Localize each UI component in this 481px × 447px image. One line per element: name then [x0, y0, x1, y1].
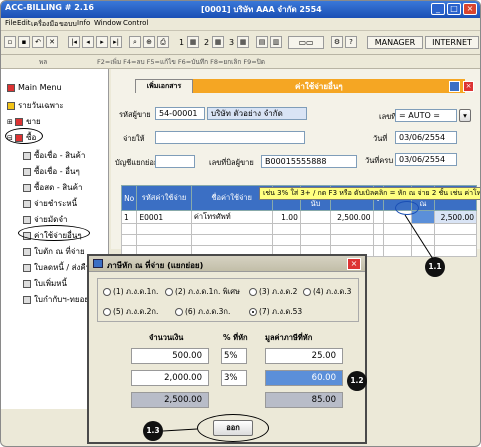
pointer-line-1-1 [404, 214, 434, 260]
callout-pointers [162, 214, 434, 432]
app-window: ACC-BILLING # 2.16 [0001] บริษัท AAA จำก… [0, 0, 481, 447]
pointer-line-1-3 [162, 428, 198, 432]
